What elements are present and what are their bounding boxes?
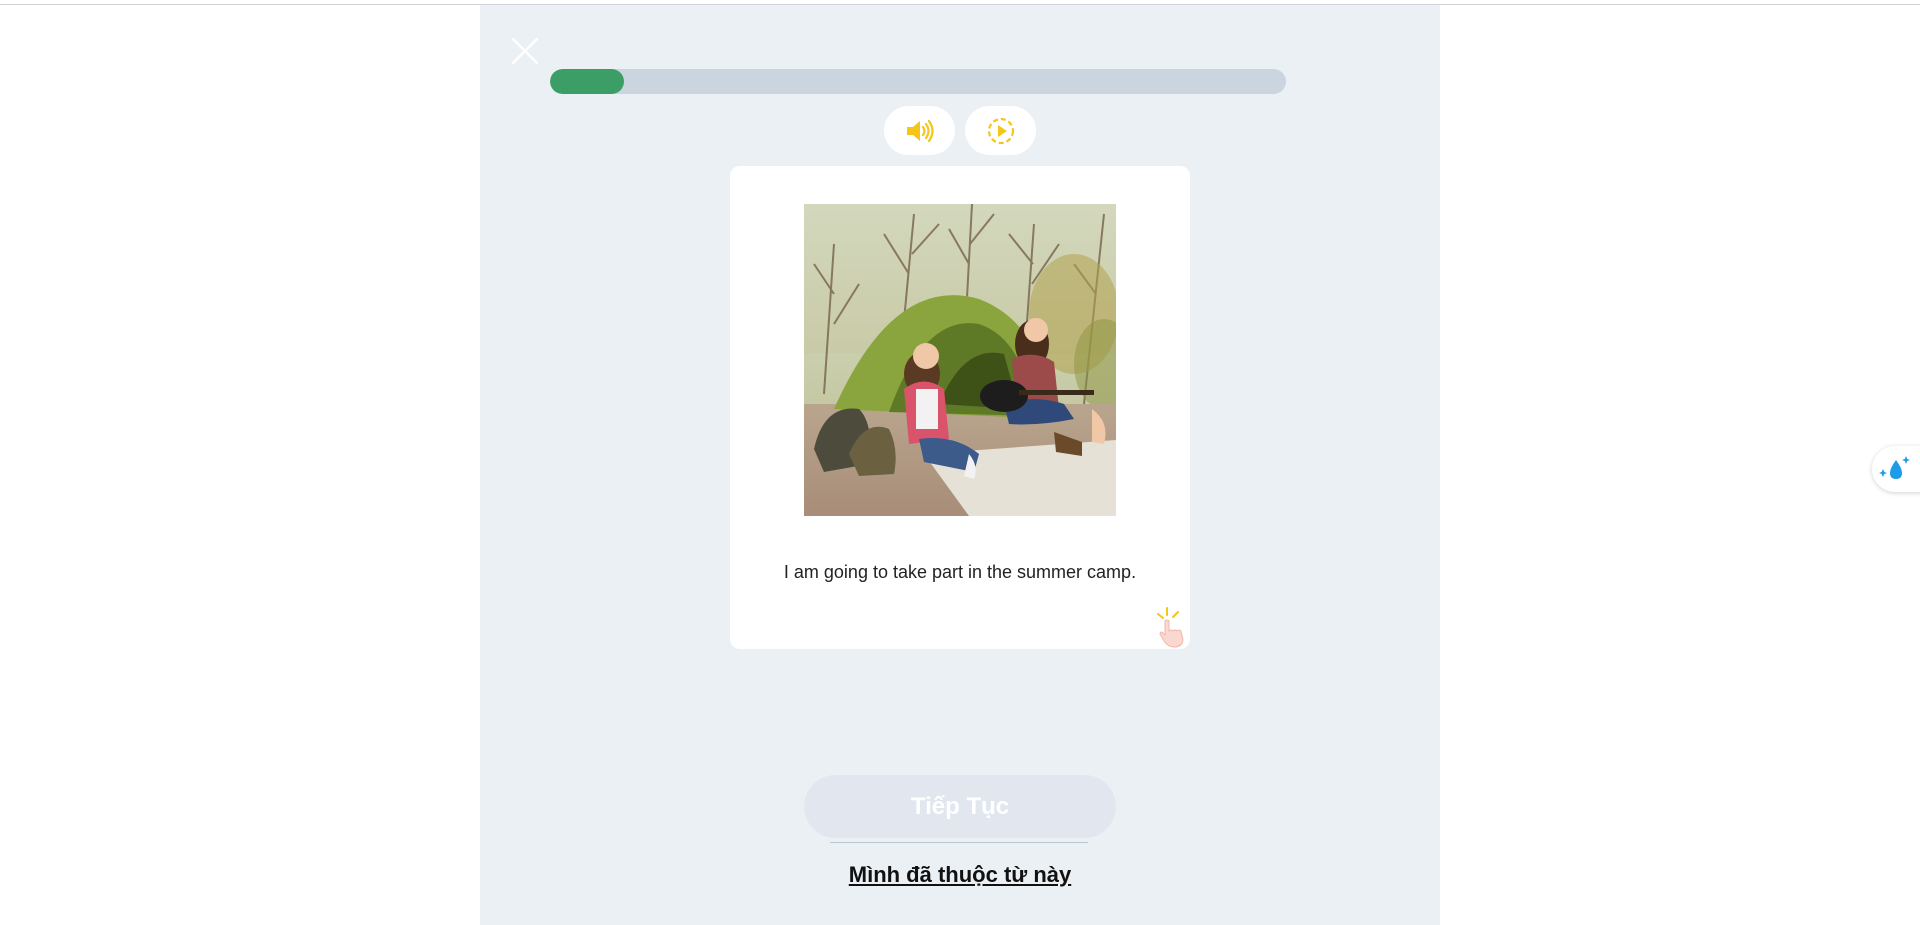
close-icon (511, 37, 539, 65)
close-button[interactable] (509, 35, 541, 67)
tap-hand-icon (1152, 606, 1188, 648)
flashcard-sentence: I am going to take part in the summer ca… (783, 562, 1137, 582)
continue-button[interactable]: Tiếp Tục (804, 775, 1116, 838)
floating-helper-button[interactable] (1872, 446, 1920, 492)
water-drop-sparkle-icon (1879, 456, 1910, 479)
flashcard: I am going to take part in the summer ca… (730, 166, 1190, 649)
flashcard-image (804, 204, 1116, 516)
lesson-progress-bar (550, 69, 1286, 94)
button-divider (830, 842, 1088, 843)
slow-play-button[interactable] (965, 106, 1036, 155)
slow-play-icon (987, 117, 1014, 144)
lesson-progress-fill (550, 69, 624, 94)
speaker-icon (906, 119, 934, 142)
mark-as-known-link[interactable]: Mình đã thuộc từ này (760, 862, 1160, 888)
play-audio-button[interactable] (884, 106, 955, 155)
